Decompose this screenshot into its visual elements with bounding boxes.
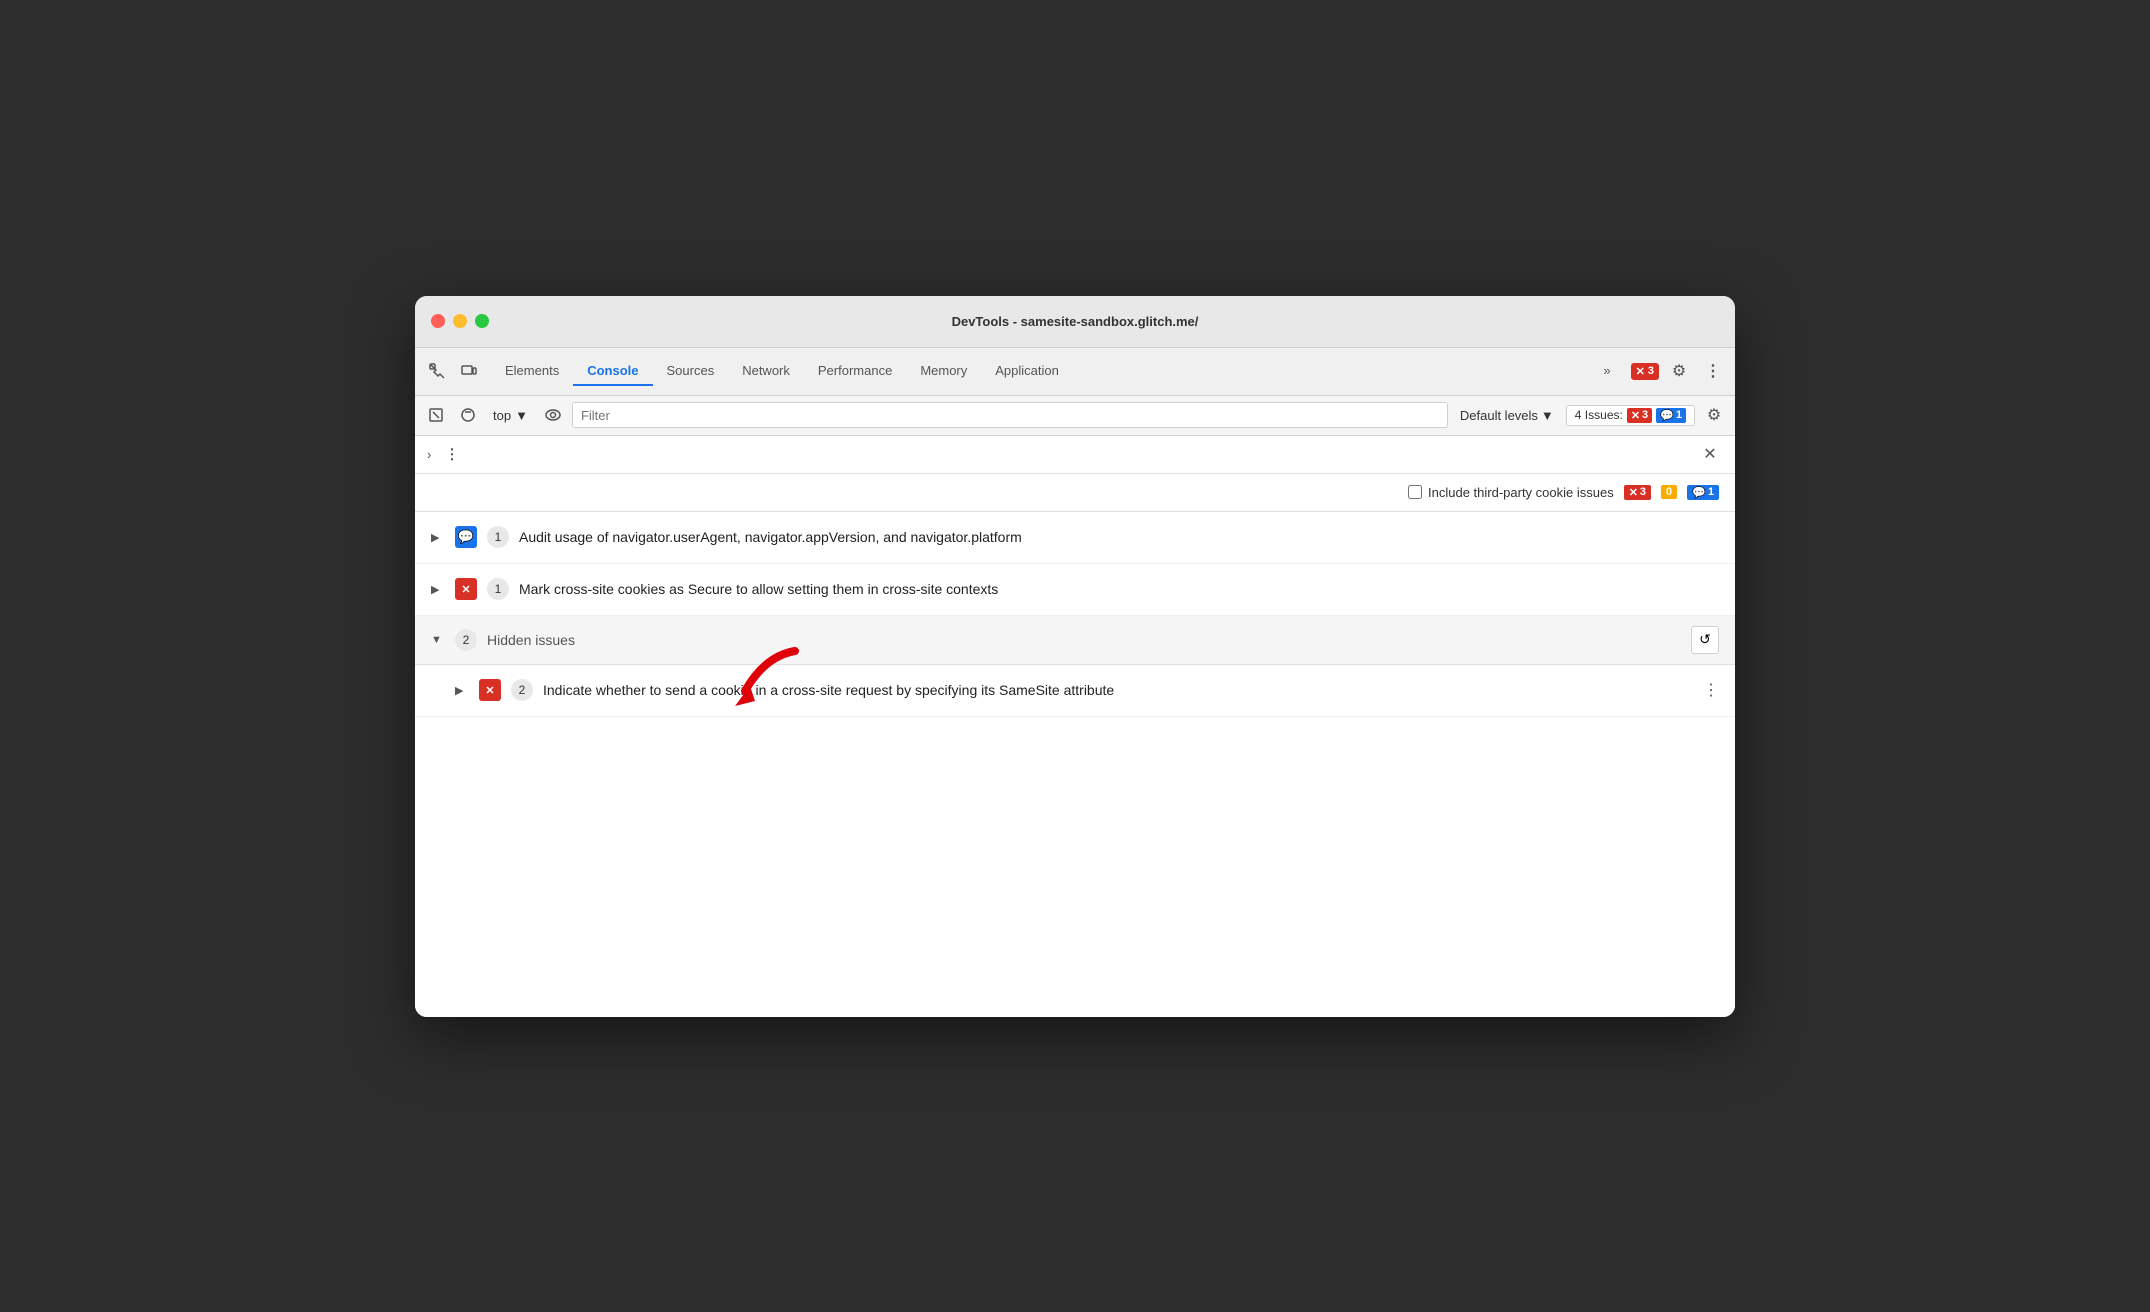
third-party-error-badge: ✕ 3 bbox=[1624, 485, 1651, 500]
expand-arrow-1: ▶ bbox=[431, 531, 445, 544]
third-party-info-count: 1 bbox=[1708, 486, 1714, 498]
issue-row-1[interactable]: ▶ 💬 1 Audit usage of navigator.userAgent… bbox=[415, 512, 1735, 564]
third-party-checkbox-label[interactable]: Include third-party cookie issues bbox=[1408, 485, 1614, 500]
three-dots-menu-icon[interactable]: ⋮ bbox=[445, 446, 459, 463]
third-party-warning-badge: 0 bbox=[1661, 485, 1677, 499]
expand-arrow-2: ▶ bbox=[431, 583, 445, 596]
refresh-button[interactable]: ↺ bbox=[1691, 626, 1719, 654]
issues-error-count: 3 bbox=[1642, 409, 1648, 421]
tab-network[interactable]: Network bbox=[728, 357, 804, 386]
third-party-info-badge: 💬 1 bbox=[1687, 485, 1719, 500]
collapse-arrow: ▼ bbox=[431, 634, 445, 646]
hidden-issues-container: ▼ 2 Hidden issues ↺ bbox=[415, 616, 1735, 665]
hidden-issues-label: Hidden issues bbox=[487, 632, 1681, 648]
default-levels-label: Default levels bbox=[1460, 408, 1538, 423]
tabbar-left-icons bbox=[423, 357, 483, 385]
info-chat-icon: 💬 bbox=[458, 529, 474, 545]
sub-issue-icon-error: ✕ bbox=[479, 679, 501, 701]
dropdown-arrow-icon: ▼ bbox=[515, 408, 528, 423]
content-header: › ⋮ ✕ bbox=[415, 436, 1735, 474]
device-toggle-icon[interactable] bbox=[455, 357, 483, 385]
sub-issue-text: Indicate whether to send a cookie in a c… bbox=[543, 682, 1719, 698]
tab-sources[interactable]: Sources bbox=[653, 357, 729, 386]
tab-application[interactable]: Application bbox=[981, 357, 1073, 386]
error-x-icon: ✕ bbox=[1636, 365, 1645, 378]
chevron-right-icon: › bbox=[427, 447, 431, 462]
default-levels-arrow: ▼ bbox=[1541, 408, 1554, 423]
third-party-checkbox[interactable] bbox=[1408, 485, 1422, 499]
sub-error-x-icon: ✕ bbox=[485, 684, 494, 697]
tabs: Elements Console Sources Network Perform… bbox=[491, 357, 1589, 386]
third-party-error-count: 3 bbox=[1640, 486, 1646, 498]
more-options-icon[interactable]: ⋮ bbox=[1699, 357, 1727, 385]
error-count: 3 bbox=[1648, 365, 1654, 377]
issue-count-2: 1 bbox=[487, 578, 509, 600]
traffic-lights bbox=[431, 314, 489, 328]
sub-expand-arrow: ▶ bbox=[455, 684, 469, 697]
context-selector[interactable]: top ▼ bbox=[487, 405, 534, 426]
sub-row-more-icon[interactable]: ⋮ bbox=[1703, 680, 1719, 700]
issue-count-1: 1 bbox=[487, 526, 509, 548]
third-party-cookie-row: Include third-party cookie issues ✕ 3 0 … bbox=[415, 474, 1735, 512]
third-party-label-text: Include third-party cookie issues bbox=[1428, 485, 1614, 500]
devtools-window: DevTools - samesite-sandbox.glitch.me/ E… bbox=[415, 296, 1735, 1017]
refresh-icon: ↺ bbox=[1699, 631, 1711, 648]
default-levels-dropdown[interactable]: Default levels ▼ bbox=[1454, 405, 1560, 426]
toolbar: top ▼ Default levels ▼ 4 Issues: ✕ 3 💬 1 bbox=[415, 396, 1735, 436]
inspect-icon[interactable] bbox=[423, 357, 451, 385]
tab-elements[interactable]: Elements bbox=[491, 357, 573, 386]
minimize-button[interactable] bbox=[453, 314, 467, 328]
third-party-chat-icon: 💬 bbox=[1692, 486, 1706, 499]
tab-memory[interactable]: Memory bbox=[906, 357, 981, 386]
console-settings-icon[interactable]: ⚙ bbox=[1701, 402, 1727, 428]
context-value: top bbox=[493, 408, 511, 423]
stop-recording-icon[interactable] bbox=[455, 402, 481, 428]
tabbar-right: » ✕ 3 ⚙ ⋮ bbox=[1589, 357, 1727, 386]
error-x-icon-2: ✕ bbox=[461, 583, 470, 596]
window-title: DevTools - samesite-sandbox.glitch.me/ bbox=[952, 314, 1199, 329]
issue-text-2: Mark cross-site cookies as Secure to all… bbox=[519, 581, 1719, 597]
issues-count-badge[interactable]: 4 Issues: ✕ 3 💬 1 bbox=[1566, 405, 1695, 426]
tab-console[interactable]: Console bbox=[573, 357, 652, 386]
more-tabs-button[interactable]: » bbox=[1589, 357, 1624, 386]
hidden-issues-row[interactable]: ▼ 2 Hidden issues ↺ bbox=[415, 616, 1735, 665]
issues-info-badge: 💬 1 bbox=[1656, 408, 1686, 423]
issues-label: 4 Issues: bbox=[1575, 408, 1623, 422]
issue-text-1: Audit usage of navigator.userAgent, navi… bbox=[519, 529, 1719, 545]
close-panel-button[interactable]: ✕ bbox=[1697, 441, 1723, 467]
titlebar: DevTools - samesite-sandbox.glitch.me/ bbox=[415, 296, 1735, 348]
close-button[interactable] bbox=[431, 314, 445, 328]
issue-row-2[interactable]: ▶ ✕ 1 Mark cross-site cookies as Secure … bbox=[415, 564, 1735, 616]
sub-issue-row[interactable]: ▶ ✕ 2 Indicate whether to send a cookie … bbox=[415, 665, 1735, 717]
tab-performance[interactable]: Performance bbox=[804, 357, 906, 386]
issue-icon-error-2: ✕ bbox=[455, 578, 477, 600]
issues-error-badge: ✕ 3 bbox=[1627, 408, 1652, 423]
sub-issue-count: 2 bbox=[511, 679, 533, 701]
eye-filter-icon[interactable] bbox=[540, 402, 566, 428]
settings-icon[interactable]: ⚙ bbox=[1665, 357, 1693, 385]
maximize-button[interactable] bbox=[475, 314, 489, 328]
red-arrow-annotation bbox=[725, 636, 815, 721]
third-party-x-icon: ✕ bbox=[1629, 486, 1638, 499]
third-party-warning-count: 0 bbox=[1666, 486, 1672, 498]
issue-icon-info-1: 💬 bbox=[455, 526, 477, 548]
clear-console-icon[interactable] bbox=[423, 402, 449, 428]
error-badge: ✕ 3 bbox=[1631, 363, 1659, 380]
tabbar: Elements Console Sources Network Perform… bbox=[415, 348, 1735, 396]
issues-info-count: 1 bbox=[1676, 409, 1682, 421]
content-area: › ⋮ ✕ Include third-party cookie issues … bbox=[415, 436, 1735, 1017]
empty-content-area bbox=[415, 717, 1735, 1017]
issues-info-icon: 💬 bbox=[1660, 409, 1674, 422]
hidden-count-bubble: 2 bbox=[455, 629, 477, 651]
issues-x-icon: ✕ bbox=[1631, 409, 1640, 422]
filter-input[interactable] bbox=[572, 402, 1448, 428]
